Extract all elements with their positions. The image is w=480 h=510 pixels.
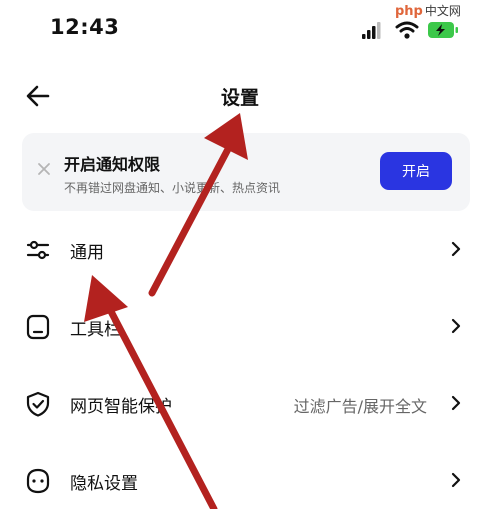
menu-item-toolbar[interactable]: 工具栏 bbox=[0, 296, 480, 356]
notification-banner: 开启通知权限 不再错过网盘通知、小说更新、热点资讯 开启 bbox=[22, 133, 470, 211]
wifi-icon bbox=[395, 21, 419, 39]
menu-item-general[interactable]: 通用 bbox=[0, 219, 480, 279]
status-time: 12:43 bbox=[50, 15, 120, 39]
page-title: 设置 bbox=[220, 87, 259, 109]
watermark-part1: php bbox=[395, 4, 423, 19]
chevron-right-icon bbox=[451, 395, 461, 411]
close-icon[interactable] bbox=[36, 161, 52, 177]
menu-item-web-protection[interactable]: 网页智能保护 过滤广告/展开全文 bbox=[0, 373, 480, 433]
header: 设置 bbox=[0, 72, 480, 120]
signal-icon bbox=[362, 22, 381, 39]
notification-title: 开启通知权限 bbox=[64, 155, 161, 174]
privacy-mask-icon bbox=[26, 468, 50, 494]
shield-check-icon bbox=[26, 391, 50, 417]
sliders-icon bbox=[26, 240, 50, 260]
watermark-part2: 中文网 bbox=[424, 4, 461, 18]
notification-description: 不再错过网盘通知、小说更新、热点资讯 bbox=[64, 181, 281, 195]
menu-item-value: 过滤广告/展开全文 bbox=[293, 397, 427, 416]
menu-item-label: 工具栏 bbox=[70, 320, 121, 340]
chevron-right-icon bbox=[451, 318, 461, 334]
toolbar-icon bbox=[26, 314, 50, 340]
watermark: php 中文网 bbox=[395, 2, 461, 19]
menu-item-privacy[interactable]: 隐私设置 bbox=[0, 450, 480, 510]
menu-item-label: 隐私设置 bbox=[70, 474, 138, 494]
chevron-right-icon bbox=[451, 241, 461, 257]
status-bar: 12:43 php 中文网 bbox=[0, 0, 480, 60]
menu-item-label: 网页智能保护 bbox=[70, 397, 172, 417]
enable-notifications-button[interactable]: 开启 bbox=[380, 152, 452, 190]
battery-charging-icon bbox=[428, 22, 458, 38]
chevron-right-icon bbox=[451, 472, 461, 488]
status-icons bbox=[362, 21, 458, 39]
menu-item-label: 通用 bbox=[70, 243, 104, 263]
